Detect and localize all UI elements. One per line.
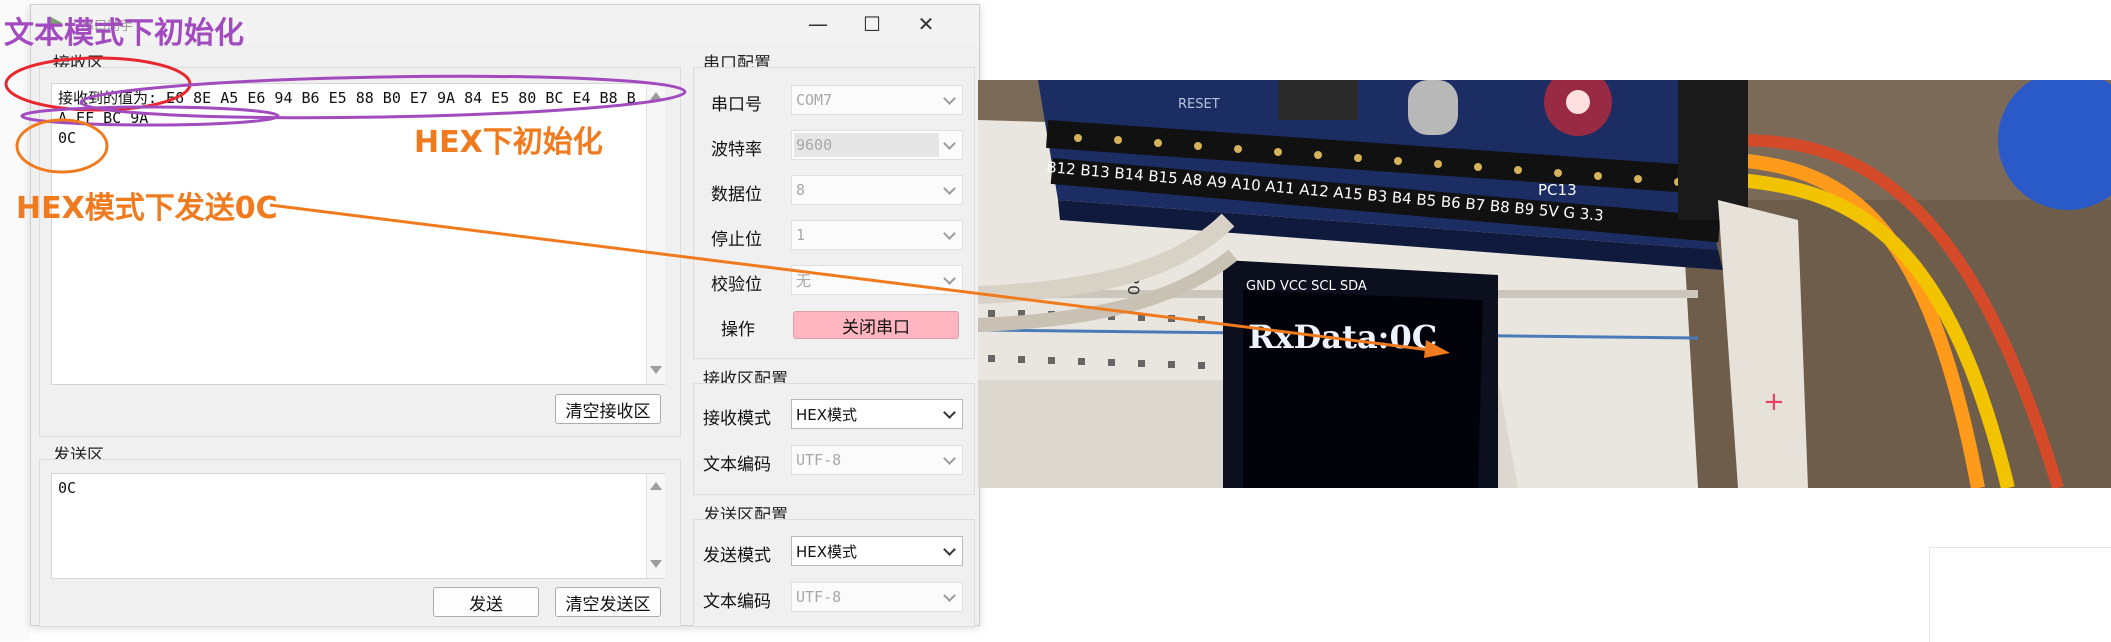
scroll-down-icon[interactable]	[650, 560, 662, 568]
baud-select[interactable]: 9600	[791, 130, 963, 160]
maximize-icon: ☐	[863, 12, 881, 36]
annotation-hex-send: HEX模式下发送0C	[16, 191, 278, 226]
scroll-down-icon[interactable]	[650, 366, 662, 374]
stopbits-label: 停止位	[711, 230, 762, 250]
blank-corner	[1929, 547, 2111, 642]
send-textarea[interactable]: 0C	[51, 473, 665, 579]
chevron-down-icon	[943, 589, 956, 602]
photo-drawing: B12 B13 B14 B15 A8 A9 A10 A11 A12 A15 B3…	[978, 80, 2111, 488]
databits-value: 8	[796, 181, 806, 199]
minimize-icon: —	[808, 12, 828, 36]
receive-encoding-label: 文本编码	[703, 455, 771, 475]
parity-value: 无	[796, 271, 812, 290]
port-value: COM7	[796, 91, 833, 109]
scroll-up-icon[interactable]	[650, 482, 662, 490]
chevron-down-icon	[943, 92, 956, 105]
close-port-button[interactable]: 关闭串口	[793, 311, 959, 339]
port-select[interactable]: COM7	[791, 85, 963, 115]
annotation-hex-init: HEX下初始化	[414, 125, 603, 160]
send-encoding-label: 文本编码	[703, 592, 771, 612]
chevron-down-icon	[943, 543, 956, 556]
receive-mode-value: HEX模式	[796, 405, 858, 424]
chevron-down-icon	[943, 452, 956, 465]
parity-select[interactable]: 无	[791, 265, 963, 295]
minimize-button[interactable]: —	[795, 5, 841, 43]
receive-encoding-value: UTF-8	[796, 451, 842, 469]
maximize-button[interactable]: ☐	[849, 5, 895, 43]
port-label: 串口号	[711, 95, 762, 115]
operation-label: 操作	[721, 320, 755, 340]
databits-label: 数据位	[711, 185, 762, 205]
receive-encoding-select[interactable]: UTF-8	[791, 445, 963, 475]
databits-select[interactable]: 8	[791, 175, 963, 205]
close-button[interactable]: ✕	[903, 5, 949, 43]
send-mode-select[interactable]: HEX模式	[791, 536, 963, 566]
close-icon: ✕	[917, 12, 935, 36]
send-button[interactable]: 发送	[433, 587, 539, 617]
svg-text:+: +	[1763, 387, 1785, 417]
baud-label: 波特率	[711, 140, 762, 160]
parity-label: 校验位	[711, 275, 762, 295]
serial-assistant-window: 串口助手 — ☐ ✕ 接收区 接收到的值为: E6 8E A5 E6 94 B6…	[30, 4, 980, 627]
baud-value: 9600	[796, 136, 833, 154]
oled-display-text: RxData:0C	[1248, 318, 1437, 356]
chevron-down-icon	[943, 227, 956, 240]
send-scrollbar[interactable]	[646, 474, 665, 578]
stopbits-value: 1	[796, 226, 806, 244]
hardware-photo: B12 B13 B14 B15 A8 A9 A10 A11 A12 A15 B3…	[978, 80, 2111, 488]
send-encoding-value: UTF-8	[796, 588, 842, 606]
send-mode-value: HEX模式	[796, 542, 858, 561]
stopbits-select[interactable]: 1	[791, 220, 963, 250]
chevron-down-icon	[943, 272, 956, 285]
send-mode-label: 发送模式	[703, 546, 771, 566]
receive-scrollbar[interactable]	[646, 84, 665, 384]
receive-mode-select[interactable]: HEX模式	[791, 399, 963, 429]
pc13-label: PC13	[1538, 181, 1577, 199]
clear-send-button[interactable]: 清空发送区	[555, 587, 661, 617]
chevron-down-icon	[943, 406, 956, 419]
desktop-edge	[0, 0, 30, 641]
reset-label: RESET	[1178, 97, 1220, 112]
oled-pin-labels: GND VCC SCL SDA	[1246, 279, 1367, 294]
chevron-down-icon	[943, 182, 956, 195]
receive-mode-label: 接收模式	[703, 409, 771, 429]
chevron-down-icon	[943, 137, 956, 150]
send-encoding-select[interactable]: UTF-8	[791, 582, 963, 612]
scroll-up-icon[interactable]	[650, 92, 662, 100]
clear-receive-button[interactable]: 清空接收区	[555, 394, 661, 424]
annotation-text-mode-init: 文本模式下初始化	[4, 16, 244, 51]
